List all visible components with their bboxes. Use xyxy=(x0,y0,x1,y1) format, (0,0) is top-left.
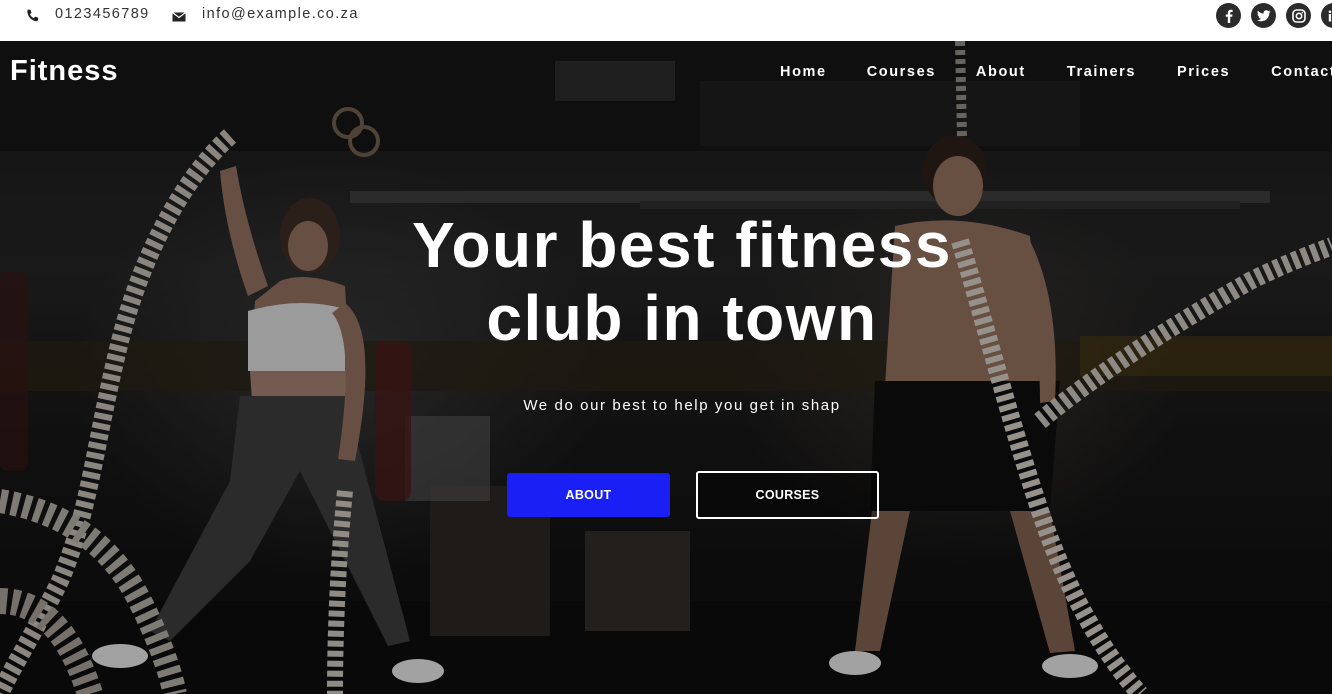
nav-about[interactable]: About xyxy=(976,64,1026,80)
hero-title-line2: club in town xyxy=(486,282,878,354)
hero-subtitle: We do our best to help you get in shap xyxy=(523,397,841,414)
nav-contact[interactable]: Contact xyxy=(1271,64,1332,80)
twitter-icon[interactable] xyxy=(1251,3,1276,28)
social-links xyxy=(1216,3,1332,28)
contact-email[interactable]: info@example.co.za xyxy=(171,4,359,24)
linkedin-icon[interactable] xyxy=(1321,3,1332,28)
nav-prices[interactable]: Prices xyxy=(1177,64,1230,80)
phone-icon xyxy=(25,8,41,24)
hero-title-line1: Your best fitness xyxy=(412,209,952,281)
nav-courses[interactable]: Courses xyxy=(867,64,936,80)
top-contact-bar: 0123456789 info@example.co.za xyxy=(0,0,1332,41)
main-nav: Home Courses About Trainers Prices Conta… xyxy=(780,64,1332,80)
hero-dark-overlay xyxy=(0,41,1332,694)
courses-button[interactable]: COURSES xyxy=(696,471,879,519)
facebook-icon[interactable] xyxy=(1216,3,1241,28)
brand-logo[interactable]: Fitness xyxy=(10,55,119,88)
about-button[interactable]: ABOUT xyxy=(507,473,670,517)
nav-home[interactable]: Home xyxy=(780,64,827,80)
email-address[interactable]: info@example.co.za xyxy=(202,6,359,22)
mail-icon xyxy=(171,8,187,24)
phone-number[interactable]: 0123456789 xyxy=(55,6,150,22)
hero-section: Fitness Home Courses About Trainers Pric… xyxy=(0,41,1332,694)
instagram-icon[interactable] xyxy=(1286,3,1311,28)
nav-trainers[interactable]: Trainers xyxy=(1067,64,1136,80)
hero-title: Your best fitness club in town xyxy=(0,209,1332,355)
contact-phone[interactable]: 0123456789 xyxy=(25,4,150,24)
